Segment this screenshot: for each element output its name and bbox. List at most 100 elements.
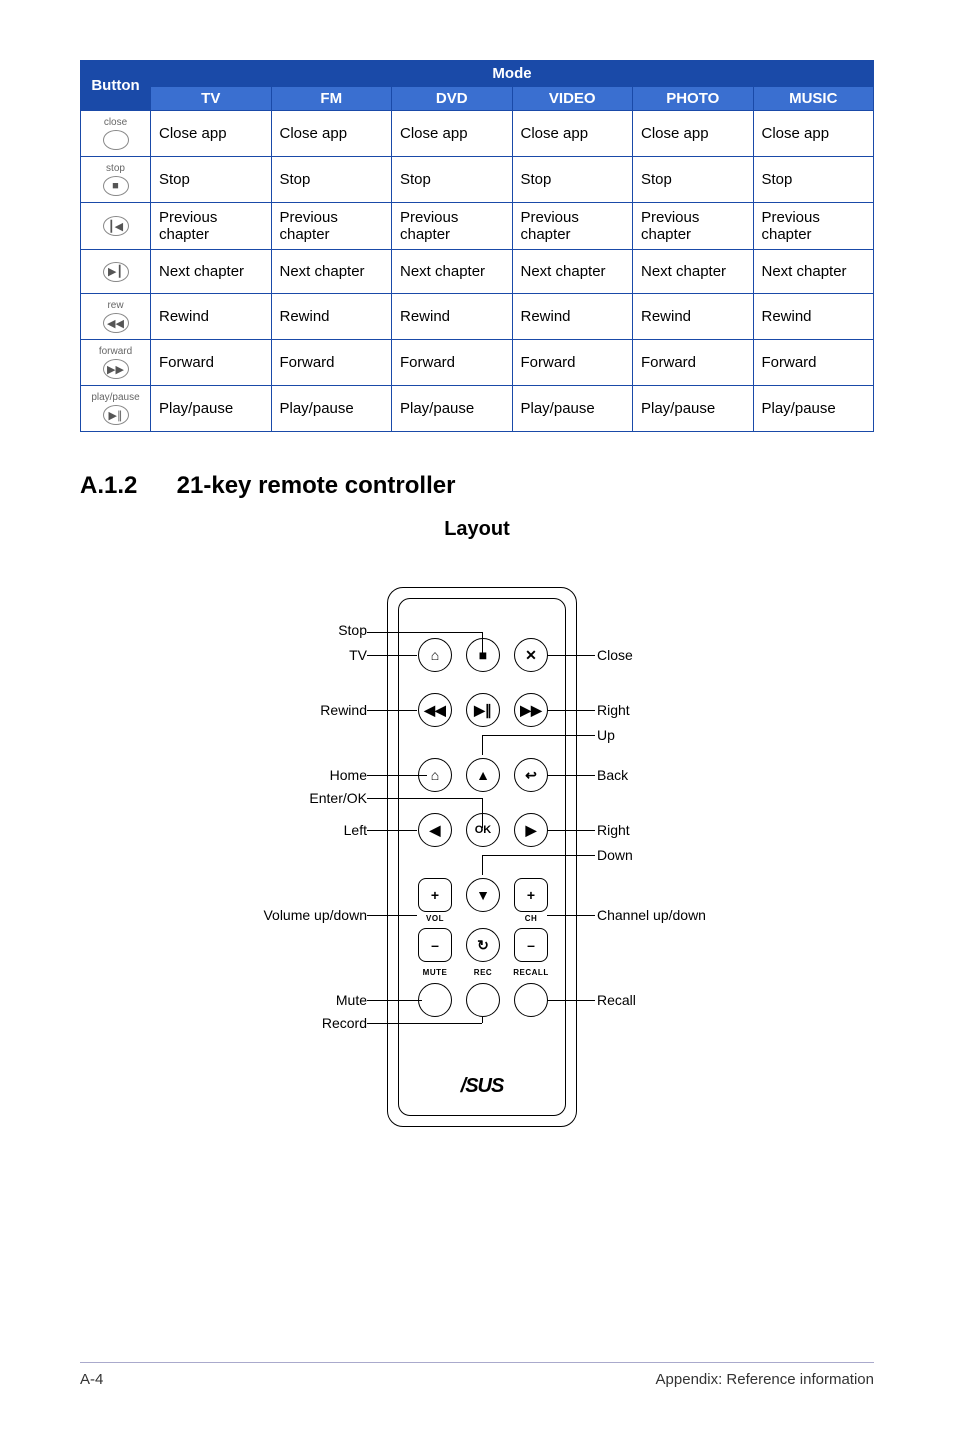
cell: Rewind	[753, 294, 874, 340]
cell: Close app	[151, 111, 272, 157]
stop-icon: ■	[103, 176, 129, 196]
ch-label: CH	[511, 914, 551, 923]
footer-text: Appendix: Reference information	[656, 1371, 874, 1388]
callout-record: Record	[127, 1015, 367, 1031]
section-heading: A.1.2 21-key remote controller	[80, 472, 874, 500]
callout-vol: Volume up/down	[127, 907, 367, 923]
subhead-video: VIDEO	[512, 87, 633, 111]
cell: Forward	[633, 340, 754, 386]
button-mode-table: Button Mode TV FM DVD VIDEO PHOTO MUSIC …	[80, 60, 874, 432]
callout-left: Left	[127, 822, 367, 838]
forward-icon: ▶▶	[103, 359, 129, 379]
cell: Previous chapter	[753, 203, 874, 250]
cell: Play/pause	[512, 386, 633, 432]
cell: Stop	[512, 157, 633, 203]
mute-label: MUTE	[415, 968, 455, 977]
stop-icon-label: stop	[106, 163, 125, 174]
subhead-photo: PHOTO	[633, 87, 754, 111]
mute-button-icon	[418, 983, 452, 1017]
cell: Stop	[271, 157, 392, 203]
cell: Stop	[151, 157, 272, 203]
callout-up: Up	[597, 727, 615, 743]
rec-button-icon	[466, 983, 500, 1017]
callout-back: Back	[597, 767, 628, 783]
cell: Next chapter	[151, 250, 272, 294]
page-footer: A-4 Appendix: Reference information	[80, 1362, 874, 1388]
cell: Play/pause	[392, 386, 513, 432]
close-button-icon: ✕	[514, 638, 548, 672]
up-button-icon: ▲	[466, 758, 500, 792]
rewind-icon: ◀◀	[103, 313, 129, 333]
volplus-button-icon: +	[418, 878, 452, 912]
table-row: rew◀◀ Rewind Rewind Rewind Rewind Rewind…	[81, 294, 874, 340]
cell: Previous chapter	[151, 203, 272, 250]
layout-heading: Layout	[80, 518, 874, 541]
cell: Close app	[392, 111, 513, 157]
close-icon	[103, 130, 129, 150]
cell: Stop	[633, 157, 754, 203]
callout-mute: Mute	[127, 992, 367, 1008]
col-header-mode: Mode	[151, 61, 874, 87]
table-row: stop■ Stop Stop Stop Stop Stop Stop	[81, 157, 874, 203]
stop-button-icon: ■	[466, 638, 500, 672]
playpause-icon-label: play/pause	[91, 392, 139, 403]
cell: Close app	[753, 111, 874, 157]
subhead-dvd: DVD	[392, 87, 513, 111]
remote-layout-diagram: ⌂ ■ ✕ ◀◀ ▶∥ ▶▶ ⌂ ▲ ↩ ◀ OK ▶ + ▼ + VOL CH…	[127, 557, 827, 1157]
playpause-icon: ▶∥	[103, 405, 129, 425]
callout-right2: Right	[597, 822, 630, 838]
cell: Play/pause	[633, 386, 754, 432]
cell: Forward	[512, 340, 633, 386]
section-title: 21-key remote controller	[177, 472, 456, 499]
cell: Next chapter	[512, 250, 633, 294]
right-button-icon: ▶	[514, 813, 548, 847]
rotate-button-icon: ↻	[466, 928, 500, 962]
cell: Previous chapter	[633, 203, 754, 250]
callout-tv: TV	[127, 647, 367, 663]
ok-button-icon: OK	[466, 813, 500, 847]
cell: Forward	[271, 340, 392, 386]
callout-chan: Channel up/down	[597, 907, 706, 923]
down-button-icon: ▼	[466, 878, 500, 912]
cell: Next chapter	[392, 250, 513, 294]
chminus-button-icon: –	[514, 928, 548, 962]
table-row: play/pause ▶∥ Play/pause Play/pause Play/…	[81, 386, 874, 432]
cell: Forward	[392, 340, 513, 386]
subhead-music: MUSIC	[753, 87, 874, 111]
cell: Close app	[633, 111, 754, 157]
cell: Play/pause	[271, 386, 392, 432]
cell: Previous chapter	[271, 203, 392, 250]
table-row: ▶┃ Next chapter Next chapter Next chapte…	[81, 250, 874, 294]
cell: Rewind	[633, 294, 754, 340]
cell: Close app	[512, 111, 633, 157]
callout-home: Home	[127, 767, 367, 783]
playpause-button-icon: ▶∥	[466, 693, 500, 727]
cell: Next chapter	[633, 250, 754, 294]
back-button-icon: ↩	[514, 758, 548, 792]
left-button-icon: ◀	[418, 813, 452, 847]
cell: Previous chapter	[392, 203, 513, 250]
callout-recall: Recall	[597, 992, 636, 1008]
cell: Play/pause	[151, 386, 272, 432]
cell: Stop	[392, 157, 513, 203]
callout-close: Close	[597, 647, 633, 663]
section-number: A.1.2	[80, 472, 170, 500]
table-row: ┃◀ Previous chapter Previous chapter Pre…	[81, 203, 874, 250]
cell: Close app	[271, 111, 392, 157]
cell: Next chapter	[271, 250, 392, 294]
cell: Forward	[753, 340, 874, 386]
callout-stop: Stop	[127, 622, 367, 638]
rewind-icon-label: rew	[107, 300, 123, 311]
next-chapter-icon: ▶┃	[103, 262, 129, 282]
recall-button-icon	[514, 983, 548, 1017]
recall-label: RECALL	[511, 968, 551, 977]
volminus-button-icon: –	[418, 928, 452, 962]
table-row: forward ▶▶ Forward Forward Forward Forwar…	[81, 340, 874, 386]
prev-chapter-icon: ┃◀	[103, 216, 129, 236]
forward-icon-label: forward	[99, 346, 132, 357]
callout-rewind: Rewind	[127, 702, 367, 718]
cell: Play/pause	[753, 386, 874, 432]
close-icon-label: close	[104, 117, 127, 128]
vol-label: VOL	[415, 914, 455, 923]
subhead-tv: TV	[151, 87, 272, 111]
